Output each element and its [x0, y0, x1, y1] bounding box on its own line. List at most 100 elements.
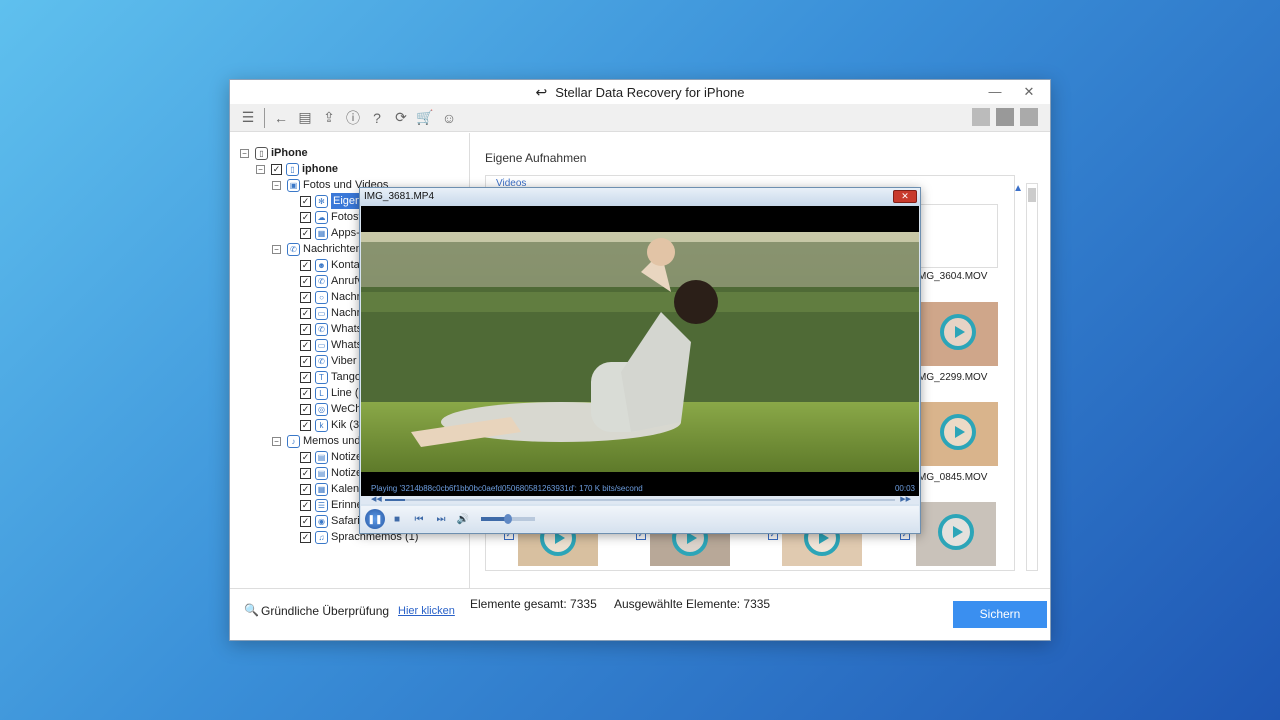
video-frame[interactable]: Playing '3214b88c0cb6f1bb0bc0aefd0506805…: [361, 206, 919, 496]
checkbox[interactable]: ✓: [300, 355, 311, 367]
video-thumbnail[interactable]: [918, 204, 998, 268]
info-icon[interactable]: ⓘ: [341, 107, 365, 129]
video-thumbnail[interactable]: [918, 302, 998, 366]
tree-item[interactable]: ✓ T Tango: [300, 369, 361, 385]
checkbox[interactable]: ✓: [300, 451, 311, 463]
cart-icon[interactable]: 🛒: [413, 107, 437, 129]
checkbox[interactable]: ✓: [300, 419, 311, 431]
checkbox[interactable]: ✓: [300, 227, 311, 239]
save-button[interactable]: Sichern: [953, 601, 1047, 628]
tree-item[interactable]: ✓ k Kik (33: [300, 417, 365, 433]
file-view-icon[interactable]: [1020, 108, 1038, 126]
checkbox[interactable]: ✓: [300, 403, 311, 415]
volume-knob[interactable]: [504, 514, 512, 524]
tree-item-label: Fotost: [331, 211, 362, 223]
seek-bar[interactable]: ◀◀ ▶▶: [361, 496, 919, 504]
tree-item-label: Konta: [331, 259, 360, 271]
close-button[interactable]: ✕: [1014, 80, 1044, 104]
pause-icon[interactable]: ❚❚: [365, 509, 385, 529]
player-close-button[interactable]: ✕: [893, 190, 917, 203]
player-title: IMG_3681.MP4: [364, 191, 435, 202]
list-view-icon[interactable]: [996, 108, 1014, 126]
checkbox[interactable]: ✓: [300, 307, 311, 319]
tree-item[interactable]: ✓ ▭ Nachr: [300, 305, 360, 321]
call-log-icon: ✆: [315, 274, 328, 288]
collapse-section-icon[interactable]: ▲: [1013, 183, 1023, 194]
reminders-icon: ☰: [315, 498, 328, 512]
checkbox[interactable]: ✓: [300, 195, 311, 207]
tree-item[interactable]: ✓ ◉ Safari: [300, 513, 360, 529]
tree-group-label: Nachrichten: [303, 243, 362, 255]
checkbox[interactable]: ✓: [300, 291, 311, 303]
video-thumbnail[interactable]: [918, 402, 998, 466]
collapse-toggle-icon[interactable]: −: [256, 164, 265, 174]
tree-item[interactable]: ✓ ☁ Fotost: [300, 209, 362, 225]
rewind-icon[interactable]: ◀◀: [371, 495, 382, 503]
kik-icon: k: [315, 418, 328, 432]
tree-item[interactable]: ✓ ◎ WeCh: [300, 401, 361, 417]
video-thumbnail[interactable]: [916, 502, 996, 566]
checkbox[interactable]: ✓: [300, 275, 311, 287]
toolbar-divider: [264, 107, 265, 128]
next-icon[interactable]: ⏭: [431, 509, 451, 529]
scroll-thumb[interactable]: [1028, 188, 1036, 202]
wechat-icon: ◎: [315, 402, 328, 416]
tree-item[interactable]: ✓ ▭ Whats: [300, 337, 362, 353]
collapse-toggle-icon[interactable]: −: [240, 148, 249, 158]
camera-roll-icon: ✻: [315, 194, 328, 208]
checkbox[interactable]: ✓: [300, 531, 311, 543]
checkbox[interactable]: ✓: [300, 515, 311, 527]
checkbox[interactable]: ✓: [271, 163, 282, 175]
tree-item[interactable]: ✓ ✆ Viber: [300, 353, 356, 369]
tree-item-label: Notize: [331, 467, 363, 479]
tree-item[interactable]: ✓ ▤ Notize: [300, 449, 362, 465]
checkbox[interactable]: ✓: [300, 323, 311, 335]
tree-item[interactable]: ✓ ▤ Notize: [300, 465, 362, 481]
stop-icon[interactable]: ■: [387, 509, 407, 529]
checkbox[interactable]: ✓: [300, 483, 311, 495]
collapse-toggle-icon[interactable]: −: [272, 436, 281, 446]
tree-device-label: iphone: [302, 163, 339, 175]
checkbox[interactable]: ✓: [300, 499, 311, 511]
tree-item[interactable]: ✓ ☰ Erinne: [300, 497, 363, 513]
save-scan-icon[interactable]: ▤: [293, 107, 317, 129]
checkbox[interactable]: ✓: [300, 339, 311, 351]
tree-group-messages[interactable]: − ✆ Nachrichten: [272, 241, 362, 257]
volume-icon[interactable]: 🔊: [453, 509, 473, 529]
thumbnail-label: MG_0845.MOV: [918, 472, 988, 483]
tree-item[interactable]: ✓ L Line (8: [300, 385, 365, 401]
tree-item-label: Apps-: [331, 227, 360, 239]
tree-item[interactable]: ✓ ○ Nachr: [300, 289, 360, 305]
checkbox[interactable]: ✓: [300, 259, 311, 271]
tree-root[interactable]: − ▯ iPhone: [240, 145, 308, 161]
back-icon[interactable]: ←: [269, 107, 293, 129]
tree-item[interactable]: ✓ ▦ Apps-: [300, 225, 360, 241]
export-icon[interactable]: ⇪: [317, 107, 341, 129]
tree-item[interactable]: ✓ ☻ Konta: [300, 257, 360, 273]
volume-slider[interactable]: [481, 514, 535, 524]
minimize-button[interactable]: —: [980, 80, 1010, 104]
tree-item[interactable]: ✓ ✆ Whats: [300, 321, 362, 337]
previous-icon[interactable]: ⏮: [409, 509, 429, 529]
refresh-icon[interactable]: ⟳: [389, 107, 413, 129]
account-icon[interactable]: ☺: [437, 107, 461, 129]
menu-icon[interactable]: ☰: [236, 107, 260, 129]
deep-scan-link[interactable]: Hier klicken: [398, 605, 455, 617]
collapse-toggle-icon[interactable]: −: [272, 244, 281, 254]
grid-view-icon[interactable]: [972, 108, 990, 126]
tree-item[interactable]: ✓ ▦ Kalend: [300, 481, 365, 497]
checkbox[interactable]: ✓: [300, 211, 311, 223]
help-icon[interactable]: ?: [365, 107, 389, 129]
message-icon: ○: [315, 290, 328, 304]
checkbox[interactable]: ✓: [300, 387, 311, 399]
collapse-toggle-icon[interactable]: −: [272, 180, 281, 190]
tree-group-memos[interactable]: − ♪ Memos und: [272, 433, 360, 449]
tree-item-label: Whats: [331, 339, 363, 351]
tree-device[interactable]: − ✓ ▯ iphone: [256, 161, 338, 177]
content-title: Eigene Aufnahmen: [485, 151, 587, 165]
tree-item[interactable]: ✓ ✆ Anrufv: [300, 273, 363, 289]
grid-scrollbar[interactable]: [1026, 183, 1038, 571]
checkbox[interactable]: ✓: [300, 371, 311, 383]
checkbox[interactable]: ✓: [300, 467, 311, 479]
fast-forward-icon[interactable]: ▶▶: [900, 495, 911, 503]
